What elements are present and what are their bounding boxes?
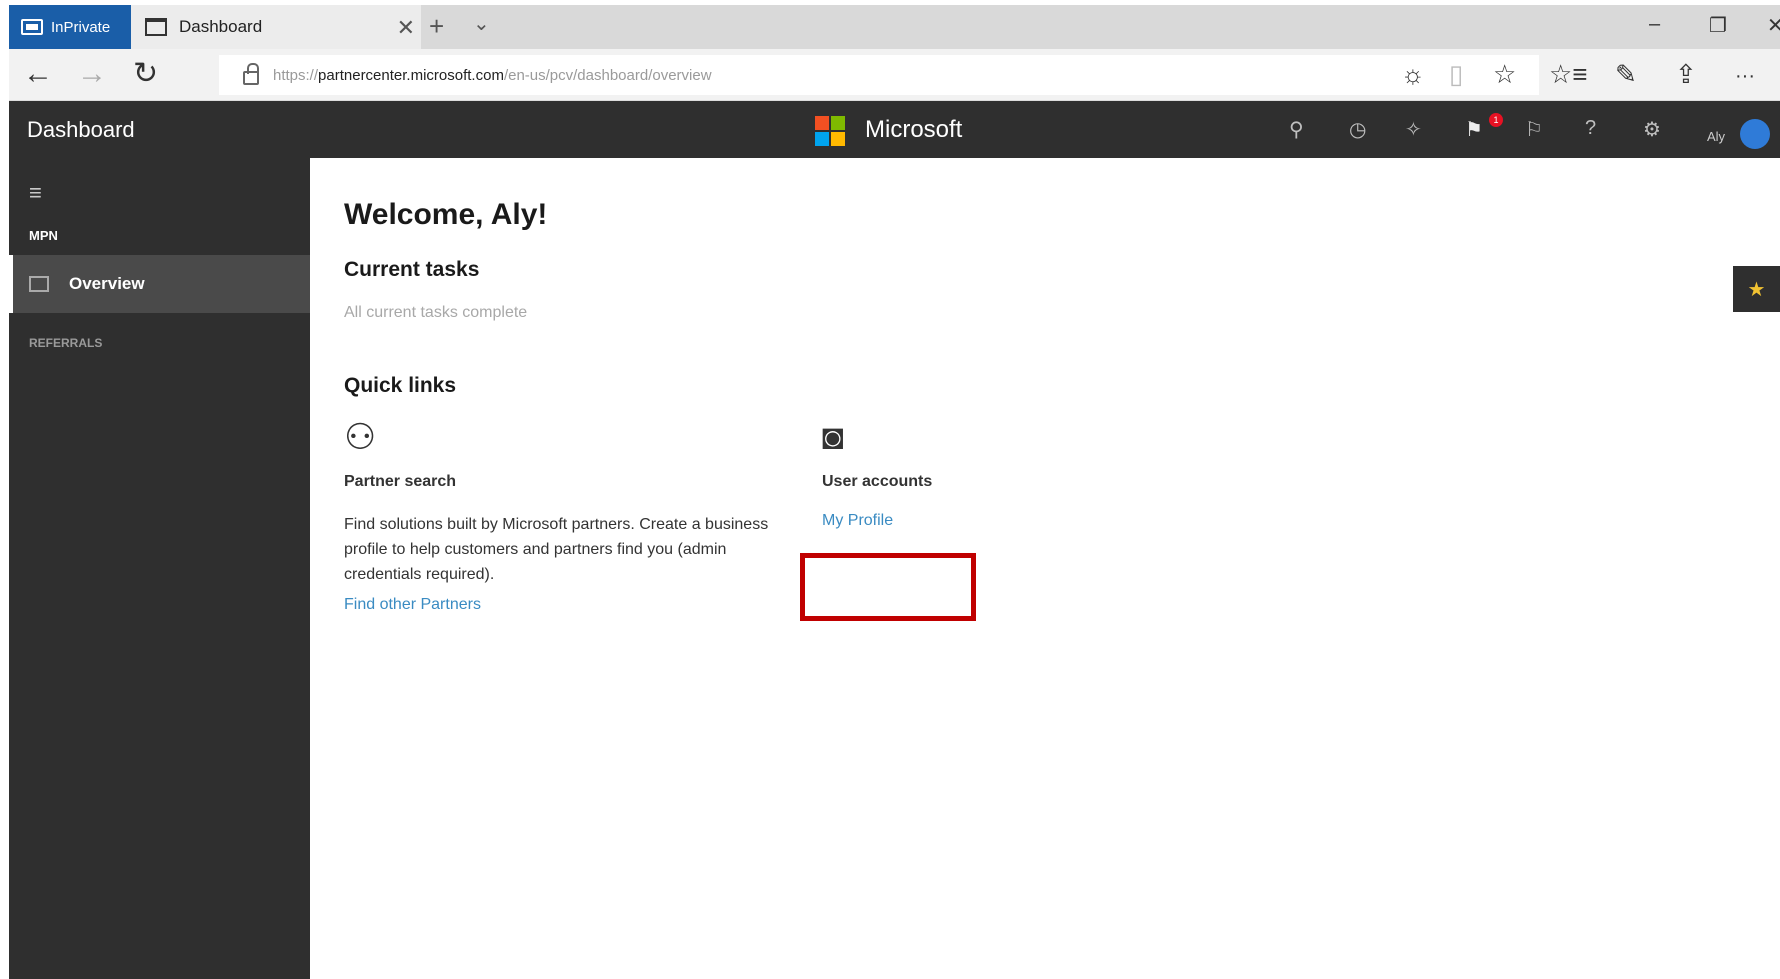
lock-icon xyxy=(243,63,259,85)
sidebar-section-mpn: MPN xyxy=(29,228,58,243)
sparkle-icon[interactable]: ✧ xyxy=(1405,117,1422,142)
favorites-side-tab[interactable]: ★ xyxy=(1733,266,1780,312)
brand-name: Microsoft xyxy=(865,116,963,143)
user-name[interactable]: Aly xyxy=(1707,129,1725,144)
feedback-icon[interactable]: ⚐ xyxy=(1525,117,1543,142)
minimize-button[interactable]: – xyxy=(1649,13,1660,36)
reading-mode-icon[interactable]: ☼ xyxy=(1401,59,1425,90)
tab-title: Dashboard xyxy=(179,17,263,36)
forward-button[interactable]: → xyxy=(77,57,107,91)
sidebar-section-referrals[interactable]: REFERRALS xyxy=(29,336,102,350)
user-accounts-icon: ◙ xyxy=(822,416,844,457)
inprivate-icon xyxy=(21,19,43,35)
restore-button[interactable]: ❐ xyxy=(1709,13,1727,38)
star-icon: ★ xyxy=(1747,278,1766,301)
microsoft-logo-icon xyxy=(815,116,845,146)
address-toolbar: ← → ↻ https:// partnercenter.microsoft.c… xyxy=(9,49,1780,101)
quick-links-heading: Quick links xyxy=(344,374,457,397)
notifications-icon[interactable]: ⚑ xyxy=(1465,117,1483,142)
more-icon[interactable]: ··· xyxy=(1735,65,1755,88)
app-header: Dashboard Microsoft ⚲ ◷ ✧ ⚑ ⚐ ? ⚙ xyxy=(9,101,1780,158)
favorite-star-icon[interactable]: ☆ xyxy=(1493,59,1516,90)
current-tasks-status: All current tasks complete xyxy=(344,304,528,321)
favorites-hub-icon[interactable]: ☆≡ xyxy=(1549,59,1587,90)
inprivate-indicator: InPrivate xyxy=(9,5,131,49)
highlight-box xyxy=(800,553,976,621)
clock-icon[interactable]: ◷ xyxy=(1349,117,1366,142)
find-other-partners-link[interactable]: Find other Partners xyxy=(344,596,481,614)
tab-menu-chevron-icon[interactable]: ⌄ xyxy=(473,11,490,36)
sidebar-item-overview[interactable]: Overview xyxy=(9,255,310,313)
page-icon xyxy=(145,18,167,36)
new-tab-button[interactable]: + xyxy=(429,11,444,42)
back-button[interactable]: ← xyxy=(23,57,53,91)
search-icon[interactable]: ⚲ xyxy=(1289,117,1304,142)
tab-close-icon[interactable]: ✕ xyxy=(397,15,415,41)
notification-badge: 1 xyxy=(1489,113,1503,127)
partner-search-description: Find solutions built by Microsoft partne… xyxy=(344,516,769,583)
notes-pen-icon[interactable]: ✎ xyxy=(1615,59,1637,90)
user-accounts-title: User accounts xyxy=(822,473,933,490)
hamburger-menu-icon[interactable]: ≡ xyxy=(29,180,42,206)
sidebar: ≡ MPN Overview REFERRALS xyxy=(9,158,310,979)
tab-dashboard[interactable]: Dashboard ✕ xyxy=(131,5,421,49)
settings-gear-icon[interactable]: ⚙ xyxy=(1643,117,1661,142)
close-window-button[interactable]: ✕ xyxy=(1767,13,1780,38)
url-path: /en-us/pcv/dashboard/overview xyxy=(503,66,712,84)
partner-search-title: Partner search xyxy=(344,473,457,490)
main-content: Welcome, Aly! Current tasks All current … xyxy=(310,158,1780,979)
address-bar[interactable]: https:// partnercenter.microsoft.com /en… xyxy=(219,55,1539,95)
screen: InPrivate Dashboard ✕ + ⌄ – ❐ ✕ ← → ↻ ht… xyxy=(0,0,1780,979)
current-tasks-heading: Current tasks xyxy=(344,258,480,281)
my-profile-link[interactable]: My Profile xyxy=(822,512,893,530)
refresh-button[interactable]: ↻ xyxy=(133,57,158,91)
avatar[interactable] xyxy=(1740,119,1770,149)
tab-strip: InPrivate Dashboard ✕ + ⌄ – ❐ ✕ xyxy=(9,5,1780,49)
page-title: Welcome, Aly! xyxy=(344,198,548,231)
share-icon[interactable]: ⇪ xyxy=(1675,59,1697,90)
browser-window: InPrivate Dashboard ✕ + ⌄ – ❐ ✕ ← → ↻ ht… xyxy=(9,5,1780,979)
app-title: Dashboard xyxy=(27,117,135,142)
sidebar-item-label: Overview xyxy=(69,274,145,293)
reading-view-icon[interactable]: ▯ xyxy=(1449,59,1463,90)
help-icon[interactable]: ? xyxy=(1585,117,1596,140)
url-host: partnercenter.microsoft.com xyxy=(318,66,504,84)
inprivate-label: InPrivate xyxy=(51,18,111,36)
partner-search-icon: ⚇ xyxy=(344,416,377,457)
url-scheme: https:// xyxy=(273,66,319,84)
overview-icon xyxy=(29,276,49,292)
